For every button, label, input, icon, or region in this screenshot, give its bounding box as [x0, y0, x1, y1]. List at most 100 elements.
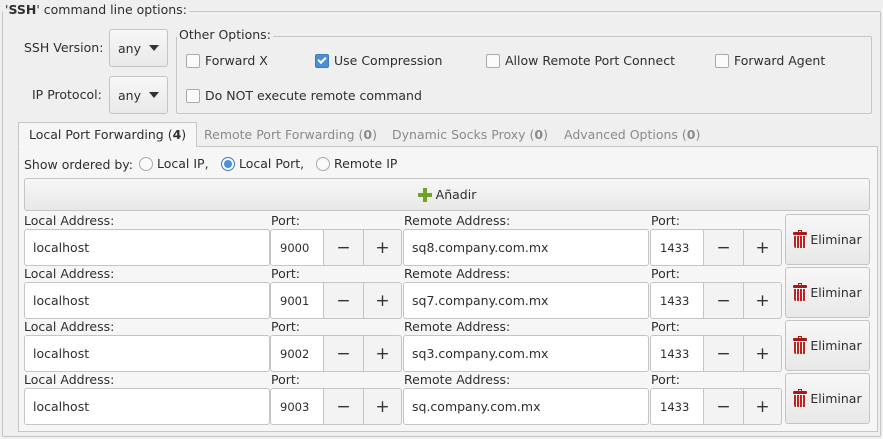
ssh-options-legend: 'SSH' command line options:	[3, 2, 189, 18]
forward-agent-box[interactable]	[715, 53, 729, 68]
local-port-decrement-button[interactable]: −	[324, 388, 364, 425]
order-local-ip-circle[interactable]	[139, 156, 153, 171]
tab-advanced-options[interactable]: Advanced Options (0)	[553, 122, 711, 147]
forward-agent-checkbox[interactable]: Forward Agent	[715, 53, 825, 68]
local-port-label: Port:	[271, 266, 300, 281]
remote-address-label: Remote Address:	[404, 372, 511, 387]
remote-port-decrement-button[interactable]: −	[704, 335, 744, 372]
order-label: Show ordered by:	[24, 157, 133, 172]
use-compression-label: Use Compression	[334, 53, 443, 68]
forward-x-checkbox[interactable]: Forward X	[186, 53, 268, 68]
local-port-value[interactable]: 9002	[270, 335, 324, 372]
local-port-increment-button[interactable]: +	[364, 335, 402, 372]
remote-address-label: Remote Address:	[404, 213, 511, 228]
local-address-input[interactable]: localhost	[24, 282, 270, 319]
forward-agent-label: Forward Agent	[734, 53, 826, 68]
forward-x-box[interactable]	[186, 53, 200, 68]
tab-local-port-forwarding[interactable]: Local Port Forwarding (4)	[18, 122, 198, 147]
remote-port-value[interactable]: 1433	[650, 335, 704, 372]
ip-protocol-combo[interactable]: any	[109, 76, 168, 114]
local-port-increment-button[interactable]: +	[364, 282, 402, 319]
remote-port-increment-button[interactable]: +	[744, 335, 782, 372]
use-compression-box[interactable]	[315, 53, 329, 68]
local-port-label: Port:	[271, 372, 300, 387]
trash-icon	[793, 389, 808, 407]
local-port-label: Port:	[271, 213, 300, 228]
delete-forward-label: Eliminar	[810, 338, 862, 353]
order-local-port-radio[interactable]: Local Port,	[221, 156, 304, 171]
trash-icon	[793, 230, 808, 248]
order-remote-ip-radio[interactable]: Remote IP	[316, 156, 397, 171]
delete-forward-label: Eliminar	[810, 232, 862, 247]
tab-dynamic-socks-proxy[interactable]: Dynamic Socks Proxy (0)	[381, 122, 559, 147]
remote-port-label: Port:	[651, 372, 680, 387]
ip-protocol-label: IP Protocol:	[32, 87, 102, 102]
remote-port-value[interactable]: 1433	[650, 282, 704, 319]
remote-address-input[interactable]: sq3.company.com.mx	[403, 335, 649, 372]
delete-forward-button[interactable]: Eliminar	[785, 373, 870, 424]
local-address-label: Local Address:	[24, 266, 115, 281]
remote-address-label: Remote Address:	[404, 266, 511, 281]
local-port-label: Port:	[271, 319, 300, 334]
remote-address-label: Remote Address:	[404, 319, 511, 334]
order-remote-ip-circle[interactable]	[316, 156, 330, 171]
remote-port-value[interactable]: 1433	[650, 229, 704, 266]
local-address-input[interactable]: localhost	[24, 388, 270, 425]
order-remote-ip-label: Remote IP	[334, 156, 398, 171]
local-port-decrement-button[interactable]: −	[324, 229, 364, 266]
forward-x-label: Forward X	[205, 53, 268, 68]
chevron-down-icon	[148, 45, 159, 51]
order-local-ip-label: Local IP,	[157, 156, 209, 171]
remote-port-increment-button[interactable]: +	[744, 282, 782, 319]
remote-address-input[interactable]: sq7.company.com.mx	[403, 282, 649, 319]
remote-address-input[interactable]: sq8.company.com.mx	[403, 229, 649, 266]
other-options-legend: Other Options:	[177, 27, 273, 43]
allow-remote-checkbox[interactable]: Allow Remote Port Connect	[486, 53, 675, 68]
no-remote-command-label: Do NOT execute remote command	[205, 88, 422, 103]
use-compression-checkbox[interactable]: Use Compression	[315, 53, 442, 68]
delete-forward-button[interactable]: Eliminar	[785, 214, 870, 265]
remote-port-decrement-button[interactable]: −	[704, 229, 744, 266]
local-address-input[interactable]: localhost	[24, 229, 270, 266]
remote-port-increment-button[interactable]: +	[744, 229, 782, 266]
trash-icon	[793, 283, 808, 301]
add-forward-label: Añadir	[435, 187, 477, 202]
local-port-value[interactable]: 9003	[270, 388, 324, 425]
allow-remote-label: Allow Remote Port Connect	[505, 53, 675, 68]
check-icon	[317, 54, 327, 65]
local-port-value[interactable]: 9001	[270, 282, 324, 319]
ip-protocol-value: any	[118, 87, 141, 103]
remote-port-label: Port:	[651, 213, 680, 228]
allow-remote-box[interactable]	[486, 53, 500, 68]
trash-icon	[793, 336, 808, 354]
order-local-port-circle[interactable]	[221, 156, 235, 171]
remote-port-increment-button[interactable]: +	[744, 388, 782, 425]
delete-forward-label: Eliminar	[810, 391, 862, 406]
local-port-value[interactable]: 9000	[270, 229, 324, 266]
remote-port-value[interactable]: 1433	[650, 388, 704, 425]
order-local-ip-radio[interactable]: Local IP,	[139, 156, 209, 171]
delete-forward-button[interactable]: Eliminar	[785, 320, 870, 371]
order-local-port-label: Local Port,	[239, 156, 305, 171]
local-address-label: Local Address:	[24, 213, 115, 228]
no-remote-command-checkbox[interactable]: Do NOT execute remote command	[186, 88, 422, 103]
ssh-version-combo[interactable]: any	[109, 29, 168, 67]
local-port-decrement-button[interactable]: −	[324, 335, 364, 372]
plus-icon	[417, 187, 432, 202]
add-forward-button[interactable]: Añadir	[24, 178, 870, 211]
remote-port-label: Port:	[651, 319, 680, 334]
local-port-increment-button[interactable]: +	[364, 229, 402, 266]
local-port-decrement-button[interactable]: −	[324, 282, 364, 319]
no-remote-command-box[interactable]	[186, 88, 200, 103]
delete-forward-button[interactable]: Eliminar	[785, 267, 870, 318]
local-address-label: Local Address:	[24, 372, 115, 387]
ssh-version-value: any	[118, 40, 141, 56]
tab-remote-port-forwarding[interactable]: Remote Port Forwarding (0)	[193, 122, 388, 147]
remote-port-label: Port:	[651, 266, 680, 281]
remote-port-decrement-button[interactable]: −	[704, 282, 744, 319]
remote-port-decrement-button[interactable]: −	[704, 388, 744, 425]
local-address-label: Local Address:	[24, 319, 115, 334]
local-address-input[interactable]: localhost	[24, 335, 270, 372]
remote-address-input[interactable]: sq.company.com.mx	[403, 388, 649, 425]
local-port-increment-button[interactable]: +	[364, 388, 402, 425]
